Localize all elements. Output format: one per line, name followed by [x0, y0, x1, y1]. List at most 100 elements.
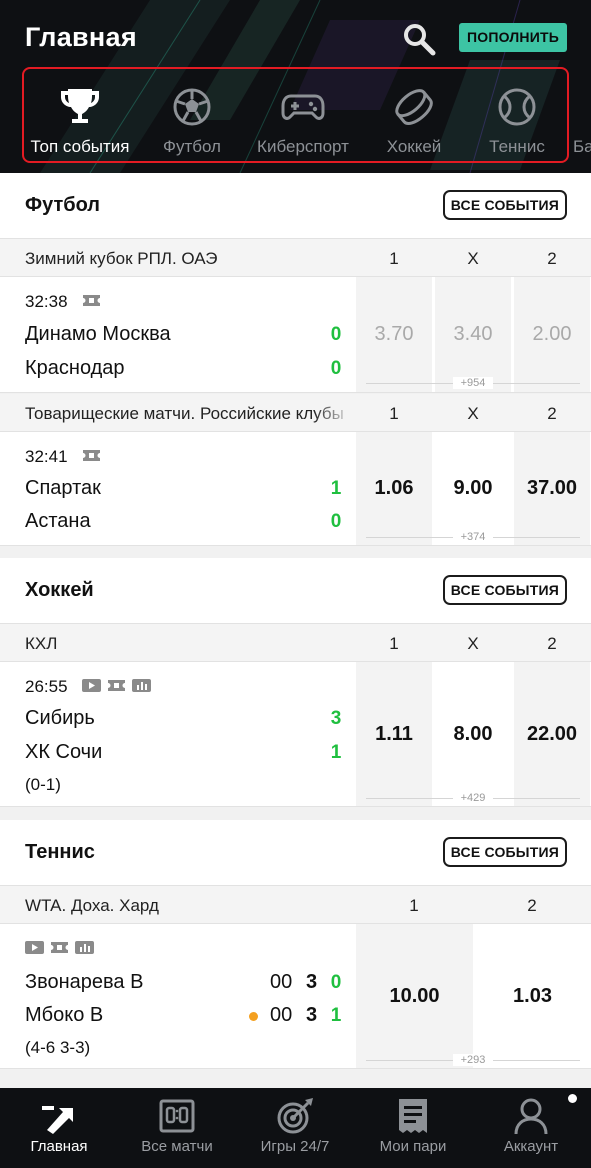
nav-label: Аккаунт	[503, 1138, 559, 1155]
period-scores: (0-1)	[25, 775, 61, 794]
nav-label: Игры 24/7	[260, 1138, 330, 1155]
section-header-hockey: Хоккей ВСЕ СОБЫТИЯ	[0, 558, 591, 624]
all-events-button[interactable]: ВСЕ СОБЫТИЯ	[442, 575, 567, 605]
all-events-button[interactable]: ВСЕ СОБЫТИЯ	[442, 837, 567, 867]
score-home: 1	[330, 478, 342, 499]
team-away: Астана	[25, 510, 91, 532]
tab-top-events[interactable]: Топ события	[24, 85, 136, 157]
nav-account[interactable]: Аккаунт	[472, 1096, 590, 1155]
all-events-button[interactable]: ВСЕ СОБЫТИЯ	[442, 190, 567, 220]
match-time: 26:55	[25, 677, 68, 696]
section-title: Футбол	[25, 194, 101, 216]
stats-icon	[75, 940, 94, 955]
team-away: Краснодар	[25, 357, 125, 379]
player-2: Мбоко В	[25, 1004, 104, 1026]
league-header: WTA. Доха. Хард 1 2	[0, 886, 591, 924]
tab-label: Теннис	[489, 137, 545, 156]
player-1-sets: 0	[330, 972, 342, 993]
receipt-icon	[399, 1099, 427, 1133]
nav-my-bets[interactable]: Мои пари	[354, 1096, 472, 1155]
player-2-games: 3	[306, 1004, 318, 1026]
odd-2[interactable]: 1.03	[474, 924, 591, 1068]
odd-1[interactable]: 1.06	[356, 432, 432, 545]
odd-1[interactable]: 3.70	[356, 277, 432, 392]
odd-2[interactable]: 2.00	[514, 277, 590, 392]
match-time: 32:41	[25, 447, 68, 466]
user-icon	[514, 1098, 548, 1135]
match-row[interactable]: 26:55 Сибирь 3 ХК Сочи 1 (0-1) 1.11 8.00…	[0, 662, 591, 807]
target-icon	[277, 1098, 313, 1134]
nav-home[interactable]: Главная	[0, 1096, 118, 1155]
ticket-icon	[107, 678, 126, 693]
more-markets[interactable]: +293	[366, 1054, 580, 1066]
score-away: 1	[330, 742, 342, 763]
team-home: Динамо Москва	[25, 323, 171, 345]
more-markets[interactable]: +954	[366, 377, 580, 389]
match-row[interactable]: 32:38 Динамо Москва 0 Краснодар 0 3.70 3…	[0, 277, 591, 393]
league-header: КХЛ 1 X 2	[0, 624, 591, 662]
serve-indicator	[249, 1012, 258, 1021]
odd-x[interactable]: 9.00	[435, 432, 511, 545]
column-header: 1	[389, 249, 399, 268]
more-markets[interactable]: +429	[366, 792, 580, 804]
odd-2[interactable]: 22.00	[514, 662, 590, 806]
league-header: Зимний кубок РПЛ. ОАЭ 1 X 2	[0, 239, 591, 277]
score-away: 0	[330, 358, 342, 379]
team-home: Сибирь	[25, 707, 95, 729]
player-1-points: 00	[270, 971, 293, 993]
odd-2[interactable]: 37.00	[514, 432, 590, 545]
nav-all-matches[interactable]: Все матчи	[118, 1096, 236, 1155]
match-row[interactable]: Звонарева В 00 3 0 Мбоко В 00 3 1 (4-6 3…	[0, 924, 591, 1069]
topup-button[interactable]: ПОПОЛНИТЬ	[459, 23, 567, 52]
score-home: 0	[330, 324, 342, 345]
column-header: 1	[409, 896, 419, 915]
more-markets-count: +429	[453, 792, 493, 804]
column-header: 2	[547, 634, 557, 653]
column-header: 2	[527, 896, 537, 915]
player-2-points: 00	[270, 1004, 293, 1026]
section-header-football: Футбол ВСЕ СОБЫТИЯ	[0, 173, 591, 239]
team-away: ХК Сочи	[25, 741, 103, 763]
column-header: 2	[547, 404, 557, 423]
team-home: Спартак	[25, 477, 101, 499]
league-name: Товарищеские матчи. Российские клубы	[25, 404, 344, 423]
notification-dot	[568, 1094, 577, 1103]
app-header: Главная ПОПОЛНИТЬ Топ события Футбол Киб…	[0, 0, 591, 173]
league-header: Товарищеские матчи. Российские клубы 1 X…	[0, 394, 591, 432]
odd-x[interactable]: 3.40	[435, 277, 511, 392]
more-markets[interactable]: +374	[366, 531, 580, 543]
home-arrow-icon	[42, 1106, 73, 1134]
odd-1[interactable]: 10.00	[356, 924, 473, 1068]
league-name: Зимний кубок РПЛ. ОАЭ	[25, 249, 218, 268]
nav-games[interactable]: Игры 24/7	[236, 1096, 354, 1155]
tab-esports[interactable]: Киберспорт	[245, 85, 361, 157]
ticket-icon	[82, 448, 101, 463]
player-2-sets: 1	[330, 1005, 342, 1026]
score-home: 3	[330, 708, 342, 729]
odd-1[interactable]: 1.11	[356, 662, 432, 806]
stats-icon	[132, 678, 151, 693]
league-name: WTA. Доха. Хард	[25, 896, 159, 915]
ticket-icon	[82, 293, 101, 308]
bottom-navigation: Главная Все матчи Игры 24/7 Мои пари Акк…	[0, 1088, 591, 1168]
column-header: X	[467, 404, 479, 423]
tab-football[interactable]: Футбол	[152, 85, 232, 157]
section-title: Теннис	[25, 841, 95, 863]
set-scores: (4-6 3-3)	[25, 1038, 91, 1057]
league-name: КХЛ	[25, 634, 58, 653]
tab-basketball-partial[interactable]: Ба	[573, 85, 591, 157]
tennis-ball-icon	[498, 88, 536, 126]
scoreboard-icon	[159, 1099, 195, 1133]
tab-label: Футбол	[163, 137, 221, 156]
column-header: 1	[389, 634, 399, 653]
more-markets-count: +374	[453, 531, 493, 543]
match-row[interactable]: 32:41 Спартак 1 Астана 0 1.06 9.00 37.00…	[0, 432, 591, 546]
search-icon[interactable]	[402, 22, 436, 56]
match-icons	[25, 940, 94, 956]
tab-hockey[interactable]: Хоккей	[375, 85, 453, 157]
tab-label: Ба	[573, 137, 591, 156]
tab-tennis[interactable]: Теннис	[480, 85, 554, 157]
tab-label: Киберспорт	[257, 137, 349, 156]
more-markets-count: +954	[453, 377, 493, 389]
odd-x[interactable]: 8.00	[435, 662, 511, 806]
